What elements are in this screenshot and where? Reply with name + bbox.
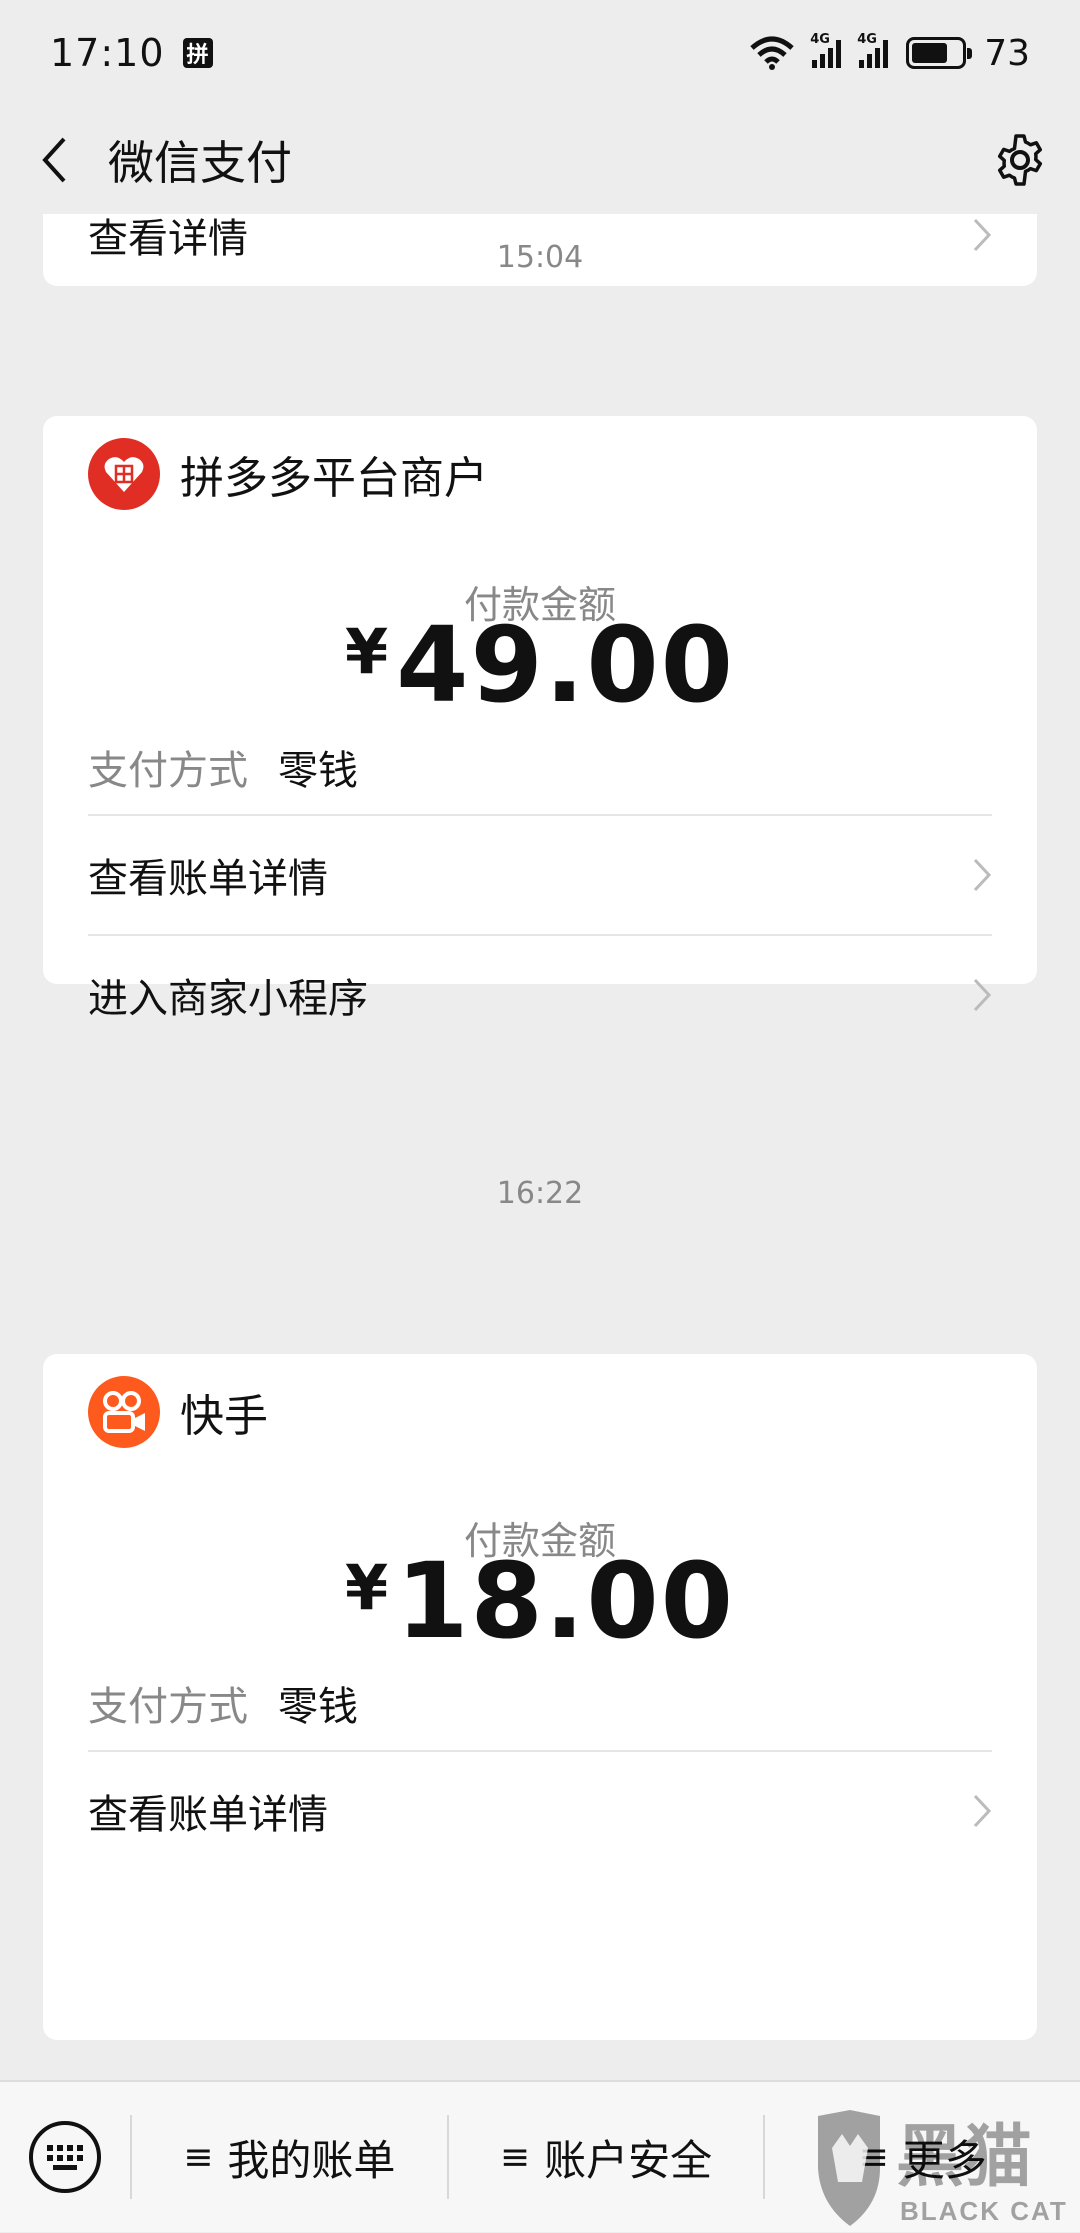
battery-percentage: 73: [984, 32, 1030, 74]
payment-method-value: 零钱: [278, 748, 358, 794]
battery-fill: [912, 43, 948, 63]
chevron-right-icon: [973, 1794, 992, 1828]
merchant-header: 拼多多平台商户: [88, 438, 488, 510]
payment-method: 支付方式 零钱: [88, 738, 358, 796]
payment-card: 快手 付款金额 ¥18.00 支付方式 零钱 查看账单详情: [43, 1354, 1037, 2040]
menu-item-label: 更多: [902, 2135, 987, 2185]
chevron-right-icon: [973, 858, 992, 892]
nav-header: 微信支付: [0, 106, 1080, 214]
currency-symbol: ¥: [344, 615, 391, 688]
signal-icon: 4G: [857, 32, 889, 68]
amount-value: 18.00: [396, 1540, 736, 1662]
row-label: 查看账单详情: [88, 1792, 328, 1838]
menu-lines-icon: ≡: [858, 2136, 889, 2178]
signal-icon: 4G: [810, 32, 842, 68]
menu-my-bills[interactable]: ≡ 我的账单: [132, 2081, 447, 2233]
amount-value: 49.00: [396, 604, 736, 726]
menu-item-label: 我的账单: [227, 2135, 396, 2185]
status-bar: 17:10 拼 4G 4G 73: [0, 0, 1080, 106]
merchant-header: 快手: [88, 1376, 268, 1448]
network-type-label: 4G: [857, 32, 877, 47]
menu-item-label: 账户安全: [544, 2135, 713, 2185]
pinduoduo-logo-icon: [88, 438, 160, 510]
network-type-label: 4G: [810, 32, 830, 47]
merchant-name: 快手: [180, 1391, 268, 1442]
menu-lines-icon: ≡: [183, 2136, 214, 2178]
payment-method-label: 支付方式: [88, 1684, 248, 1730]
gear-icon: [997, 134, 1043, 186]
status-time: 17:10: [50, 31, 165, 75]
back-button[interactable]: [0, 106, 108, 214]
currency-symbol: ¥: [344, 1551, 391, 1624]
payment-card: 拼多多平台商户 付款金额 ¥49.00 支付方式 零钱 查看账单详情: [43, 416, 1037, 984]
open-mini-program-row[interactable]: 进入商家小程序: [88, 936, 992, 1054]
menu-lines-icon: ≡: [499, 2136, 531, 2178]
chevron-left-icon: [42, 137, 66, 183]
payment-amount: ¥18.00: [43, 1540, 1037, 1662]
payment-method: 支付方式 零钱: [88, 1674, 358, 1732]
payment-amount: ¥49.00: [43, 604, 1037, 726]
row-label: 进入商家小程序: [88, 976, 368, 1022]
battery-icon: [906, 37, 973, 69]
menu-more[interactable]: ≡ 更多: [765, 2081, 1080, 2233]
view-bill-details-row[interactable]: 查看账单详情: [88, 816, 992, 934]
payment-method-label: 支付方式: [88, 748, 248, 794]
view-bill-details-row[interactable]: 查看账单详情: [88, 1752, 992, 1870]
merchant-name: 拼多多平台商户: [180, 453, 488, 504]
wifi-icon: [750, 36, 794, 70]
chevron-right-icon: [973, 978, 992, 1012]
settings-button[interactable]: [960, 106, 1080, 214]
payment-method-value: 零钱: [278, 1684, 358, 1730]
message-timestamp: 16:22: [496, 1176, 584, 1211]
bottom-menu: ≡ 我的账单 ≡ 账户安全 ≡ 更多: [0, 2080, 1080, 2232]
menu-account-security[interactable]: ≡ 账户安全: [449, 2081, 764, 2233]
keyboard-toggle-button[interactable]: [0, 2081, 130, 2233]
keyboard-icon: [29, 2121, 101, 2193]
row-label: 查看账单详情: [88, 856, 328, 902]
notification-app-icon: 拼: [182, 38, 213, 68]
page-title: 微信支付: [108, 136, 292, 190]
kuaishou-logo-icon: [88, 1376, 160, 1448]
message-list[interactable]: 查看详情 15:04 拼多多平台商户 付款金额 ¥49.00 支付方式 零钱 查…: [0, 214, 1080, 2080]
message-timestamp: 15:04: [496, 240, 584, 275]
status-indicators: 4G 4G 73: [750, 32, 1030, 74]
